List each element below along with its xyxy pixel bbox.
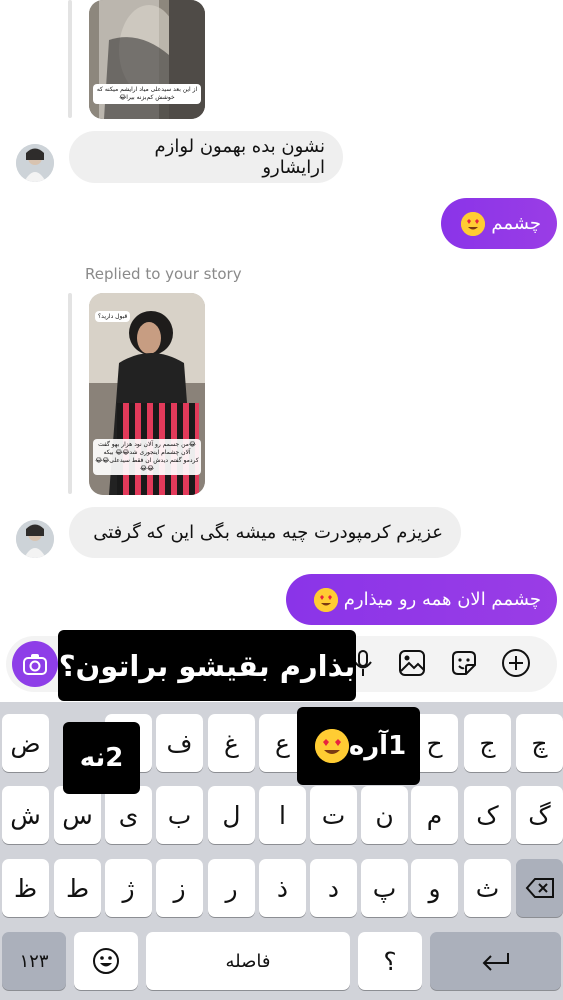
gallery-button[interactable] — [395, 646, 429, 680]
incoming-message[interactable]: نشون بده بهمون لوازم ارایشارو — [69, 131, 343, 183]
key[interactable]: ر — [208, 859, 255, 917]
story-thumbnail[interactable]: از این بعد سیدعلی میاد ارایشم میکنه که خ… — [89, 0, 205, 119]
message-text: چشمم الان همه رو میذارم — [343, 589, 541, 610]
punctuation-key[interactable]: ؟ — [358, 932, 422, 990]
key[interactable]: غ — [208, 714, 255, 772]
outgoing-message[interactable]: چشمم الان همه رو میذارم — [286, 574, 557, 625]
heart-eyes-emoji-icon — [313, 587, 338, 612]
key[interactable]: پ — [361, 859, 408, 917]
backspace-key[interactable] — [516, 859, 563, 917]
key[interactable]: ش — [2, 786, 49, 844]
key[interactable]: ز — [156, 859, 203, 917]
key[interactable]: ذ — [259, 859, 306, 917]
key[interactable]: د — [310, 859, 357, 917]
poll-option-no[interactable]: 2نه — [63, 722, 140, 794]
message-text: عزیزم کرمپودرت چیه میشه بگی این که گرفتی — [93, 522, 443, 543]
story-sticker: قبول دارید؟ — [95, 311, 131, 322]
key[interactable]: ث — [464, 859, 511, 917]
key[interactable]: ژ — [105, 859, 152, 917]
camera-button[interactable] — [12, 641, 58, 687]
microphone-icon — [354, 650, 372, 676]
chat-screen: از این بعد سیدعلی میاد ارایشم میکنه که خ… — [0, 0, 563, 1000]
key[interactable]: ف — [156, 714, 203, 772]
key[interactable]: ظ — [2, 859, 49, 917]
outgoing-message[interactable]: چشمم — [441, 198, 557, 249]
emoji-icon — [93, 948, 119, 974]
story-caption: از این بعد سیدعلی میاد ارایشم میکنه که خ… — [93, 84, 201, 104]
story-thumbnail[interactable]: قبول دارید؟ 😂من جسمم رو آلان نود هزار به… — [89, 293, 205, 495]
heart-eyes-emoji-icon — [314, 729, 349, 763]
story-caption: 😂من جسمم رو آلان نود هزار بهو گفت آلان چ… — [93, 439, 201, 475]
poll-question-text: بذارم بقیشو براتون؟ — [58, 648, 356, 683]
poll-option-no-text: 2نه — [79, 743, 124, 773]
emoji-key[interactable] — [74, 932, 138, 990]
key[interactable]: ب — [156, 786, 203, 844]
key[interactable]: و — [411, 859, 458, 917]
return-icon — [482, 953, 509, 971]
key[interactable]: ط — [54, 859, 101, 917]
key[interactable]: ل — [208, 786, 255, 844]
gallery-icon — [399, 650, 425, 676]
poll-option-yes[interactable]: 1آره — [297, 707, 420, 785]
key[interactable]: ت — [310, 786, 357, 844]
key[interactable]: ی — [105, 786, 152, 844]
plus-circle-icon — [502, 649, 530, 677]
camera-icon — [23, 654, 47, 675]
key[interactable]: ج — [464, 714, 511, 772]
story-reply-line — [68, 0, 72, 118]
numbers-key[interactable]: ۱۲۳ — [2, 932, 66, 990]
key[interactable]: م — [411, 786, 458, 844]
key[interactable]: ض — [2, 714, 49, 772]
avatar[interactable] — [16, 520, 54, 558]
backspace-icon — [525, 878, 554, 898]
sticker-button[interactable] — [447, 646, 481, 680]
space-key[interactable]: فاصله — [146, 932, 350, 990]
key[interactable]: س — [54, 786, 101, 844]
key[interactable]: ا — [259, 786, 306, 844]
key[interactable]: ک — [464, 786, 511, 844]
message-text: نشون بده بهمون لوازم ارایشارو — [154, 136, 326, 178]
incoming-message[interactable]: عزیزم کرمپودرت چیه میشه بگی این که گرفتی — [69, 507, 461, 558]
poll-option-yes-text: 1آره — [348, 731, 407, 761]
sticker-icon — [452, 651, 476, 675]
return-key[interactable] — [430, 932, 561, 990]
poll-question-overlay: بذارم بقیشو براتون؟ — [58, 630, 356, 701]
replied-to-story-label: Replied to your story — [85, 265, 242, 283]
heart-eyes-emoji-icon — [461, 211, 486, 236]
story-reply-line — [68, 293, 72, 494]
key[interactable]: گ — [516, 786, 563, 844]
plus-button[interactable] — [499, 646, 533, 680]
message-text: چشمم — [491, 213, 541, 234]
avatar[interactable] — [16, 144, 54, 182]
key[interactable]: ن — [361, 786, 408, 844]
key[interactable]: چ — [516, 714, 563, 772]
